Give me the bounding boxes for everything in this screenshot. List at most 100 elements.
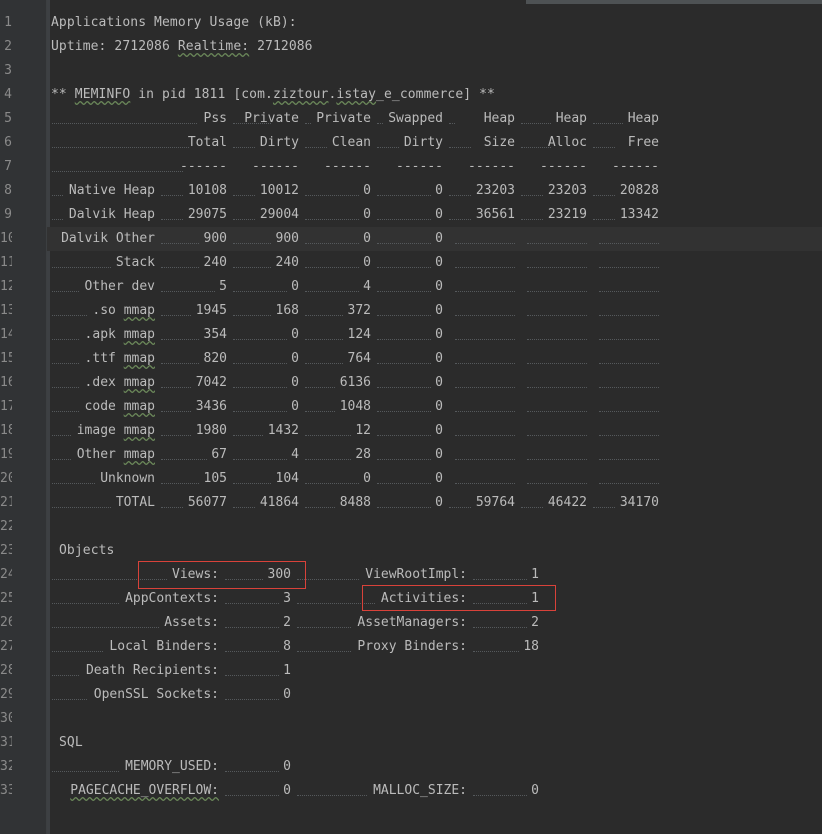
line-number: 16 xyxy=(0,375,12,390)
leader-dots xyxy=(377,267,431,269)
label-text: .dex xyxy=(84,375,124,390)
leader-dots xyxy=(455,411,515,413)
text-editor[interactable]: Applications Memory Usage (kB): Uptime: 2… xyxy=(0,0,822,834)
pagecache-label: PAGECACHE_OVERFLOW: xyxy=(70,783,219,798)
memory-value: 105 xyxy=(203,471,227,486)
memory-value: 124 xyxy=(347,327,371,342)
package-word: istay xyxy=(336,87,377,102)
memory-value: 10108 xyxy=(187,183,227,198)
realtime-value: 2712086 xyxy=(249,39,313,54)
leader-dots xyxy=(225,603,279,605)
memory-value: 372 xyxy=(347,303,371,318)
memory-value: 6136 xyxy=(339,375,371,390)
leader-dots xyxy=(52,411,79,413)
column-separator: ------ xyxy=(252,159,299,174)
leader-dots xyxy=(599,459,659,461)
leader-dots xyxy=(599,315,659,317)
column-header: Private xyxy=(244,111,299,126)
memory-value: 41864 xyxy=(259,495,299,510)
leader-dots xyxy=(455,315,515,317)
line-number: 18 xyxy=(0,423,12,438)
sql-label: PAGECACHE_OVERFLOW: xyxy=(39,779,219,803)
line-number: 4 xyxy=(4,87,12,102)
leader-dots xyxy=(52,603,119,605)
leader-dots xyxy=(377,507,431,509)
object-value: 3 xyxy=(283,591,291,606)
leader-dots xyxy=(599,387,659,389)
leader-dots xyxy=(305,339,343,341)
memory-value: 900 xyxy=(275,231,299,246)
leader-dots xyxy=(599,291,659,293)
object-label: Death Recipients: xyxy=(85,663,219,678)
leader-dots xyxy=(527,435,587,437)
label-text: Dalvik Other xyxy=(61,231,155,246)
objects-title: Objects xyxy=(59,543,115,558)
column-header: Total xyxy=(187,135,227,150)
leader-dots xyxy=(455,483,515,485)
object-label: AssetManagers: xyxy=(357,615,467,630)
object-value: 8 xyxy=(283,639,291,654)
sql-label: MALLOC_SIZE: xyxy=(373,783,467,798)
leader-dots xyxy=(305,459,351,461)
memory-value: 0 xyxy=(435,351,443,366)
leader-dots xyxy=(305,219,359,221)
line-number: 21 xyxy=(0,495,12,510)
sql-value: 0 xyxy=(283,783,291,798)
leader-dots xyxy=(527,387,587,389)
leader-dots xyxy=(225,651,279,653)
label-text: Stack xyxy=(115,255,155,270)
leader-dots xyxy=(52,699,87,701)
label-text: mmap xyxy=(123,399,155,414)
leader-dots xyxy=(449,195,471,197)
highlight-box-activities xyxy=(362,585,556,611)
object-value: 1 xyxy=(531,567,539,582)
memory-value: 1945 xyxy=(195,303,227,318)
leader-dots xyxy=(233,411,287,413)
leader-dots xyxy=(527,267,587,269)
leader-dots xyxy=(233,243,271,245)
line-number: 1 xyxy=(4,15,12,30)
leader-dots xyxy=(377,219,431,221)
meminfo-word: MEMINFO xyxy=(74,87,131,102)
leader-dots xyxy=(599,339,659,341)
memory-value: 0 xyxy=(363,471,371,486)
horizontal-scrollbar[interactable] xyxy=(526,0,822,4)
leader-dots xyxy=(233,291,287,293)
leader-dots xyxy=(225,699,279,701)
line-number: 29 xyxy=(0,687,12,702)
leader-dots xyxy=(161,411,191,413)
line-number: 20 xyxy=(0,471,12,486)
memory-row-label: .dex mmap xyxy=(15,371,155,395)
leader-dots xyxy=(225,675,279,677)
memory-row-label: Other dev xyxy=(15,275,155,299)
column-header: Alloc xyxy=(547,135,587,150)
memory-row-label: code mmap xyxy=(15,395,155,419)
leader-dots xyxy=(527,315,587,317)
memory-row-label: TOTAL xyxy=(15,491,155,515)
label-text: mmap xyxy=(123,423,155,438)
leader-dots xyxy=(297,795,367,797)
object-label: Local Binders: xyxy=(109,639,219,654)
leader-dots xyxy=(233,195,255,197)
leader-dots xyxy=(599,363,659,365)
memory-value: 36561 xyxy=(475,207,515,222)
column-separator: ------ xyxy=(468,159,515,174)
label-text: mmap xyxy=(123,303,155,318)
memory-value: 0 xyxy=(435,495,443,510)
label-text: Other xyxy=(76,447,124,462)
leader-dots xyxy=(52,315,87,317)
leader-dots xyxy=(593,195,615,197)
memory-row-label: Dalvik Other xyxy=(15,227,155,251)
leader-dots xyxy=(455,387,515,389)
line-number: 28 xyxy=(0,663,12,678)
memory-value: 0 xyxy=(435,447,443,462)
column-separator: ------ xyxy=(612,159,659,174)
line-number: 14 xyxy=(0,327,12,342)
line-number: 6 xyxy=(4,135,12,150)
object-label: ViewRootImpl: xyxy=(365,567,467,582)
memory-value: 0 xyxy=(435,327,443,342)
label-text: Other dev xyxy=(84,279,155,294)
memory-value: 8488 xyxy=(339,495,371,510)
memory-value: 12 xyxy=(355,423,371,438)
line-number: 26 xyxy=(0,615,12,630)
